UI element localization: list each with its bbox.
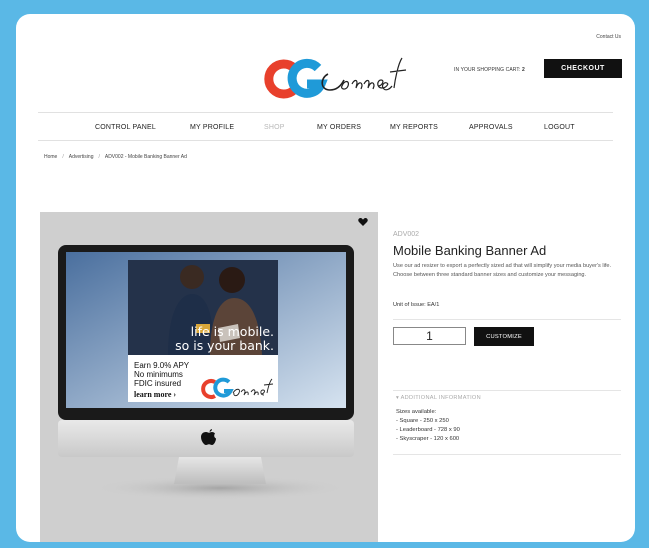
sizes-list: Sizes available: - Square - 250 x 250 - … <box>396 408 460 444</box>
imac-mockup: life is mobile. so is your bank. Earn 9.… <box>58 245 354 500</box>
breadcrumb-separator: / <box>62 154 64 160</box>
size-item: - Square - 250 x 250 <box>396 418 449 424</box>
breadcrumb-advertising[interactable]: Advertising <box>69 154 94 160</box>
breadcrumb: Home / Advertising / ADV002 - Mobile Banking… <box>44 154 187 160</box>
banner-headline-2: so is your bank. <box>175 338 274 353</box>
banner-line-1: Earn 9.0% APY <box>134 361 190 370</box>
product-title: Mobile Banking Banner Ad <box>393 243 547 258</box>
size-item: - Leaderboard - 728 x 90 <box>396 427 460 433</box>
product-description: Use our ad resizer to export a perfectly… <box>393 263 612 278</box>
banner-line-3: FDIC insured <box>134 379 181 388</box>
chevron-down-icon: ▾ <box>396 395 400 401</box>
nav-divider-bottom <box>38 140 613 141</box>
quantity-input[interactable]: 1 <box>393 327 466 345</box>
banner-ad-preview: life is mobile. so is your bank. Earn 9.… <box>128 260 278 402</box>
additional-information-label: ADDITIONAL INFORMATION <box>400 395 481 401</box>
additional-information-toggle[interactable]: ▾ ADDITIONAL INFORMATION <box>396 395 481 401</box>
product-sku: ADV002 <box>393 231 420 238</box>
nav-control-panel[interactable]: CONTROL PANEL <box>95 124 156 131</box>
banner-line-2: No minimums <box>134 370 183 379</box>
nav-my-reports[interactable]: MY REPORTS <box>390 124 438 131</box>
page-frame: Contact Us IN YOUR SHOPPING CART: 2 CHEC… <box>16 14 635 542</box>
cgconnect-logo[interactable] <box>260 54 430 104</box>
main-nav: CONTROL PANEL MY PROFILE SHOP MY ORDERS … <box>38 113 613 141</box>
nav-shop[interactable]: SHOP <box>264 124 285 131</box>
breadcrumb-current: ADV002 - Mobile Banking Banner Ad <box>104 154 187 160</box>
divider <box>393 319 621 320</box>
nav-logout[interactable]: LOGOUT <box>544 124 575 131</box>
breadcrumb-separator: / <box>98 154 100 160</box>
size-item: - Skyscraper - 120 x 600 <box>396 436 460 442</box>
checkout-button[interactable]: CHECKOUT <box>544 59 622 78</box>
product-image[interactable]: life is mobile. so is your bank. Earn 9.… <box>40 212 378 542</box>
cart-label: IN YOUR SHOPPING CART: <box>454 67 521 73</box>
divider <box>393 454 621 455</box>
banner-cta: learn more › <box>134 390 176 399</box>
contact-us-link[interactable]: Contact Us <box>596 34 621 40</box>
sizes-heading: Sizes available: <box>396 409 437 415</box>
logo-graphic <box>264 57 407 99</box>
divider <box>393 390 621 391</box>
cart-count: 2 <box>521 67 525 73</box>
nav-my-profile[interactable]: MY PROFILE <box>190 124 234 131</box>
nav-approvals[interactable]: APPROVALS <box>469 124 513 131</box>
breadcrumb-home[interactable]: Home <box>44 154 57 160</box>
nav-my-orders[interactable]: MY ORDERS <box>317 124 361 131</box>
banner-headline-1: life is mobile. <box>191 324 274 339</box>
page: { "header": { "contact_link": "Contact U… <box>0 0 649 548</box>
customize-button[interactable]: CUSTOMIZE <box>474 327 534 346</box>
heart-icon[interactable] <box>358 217 368 227</box>
cart-summary[interactable]: IN YOUR SHOPPING CART: 2 <box>454 67 525 73</box>
unit-of-issue: Unit of Issue: EA/1 <box>393 302 440 308</box>
